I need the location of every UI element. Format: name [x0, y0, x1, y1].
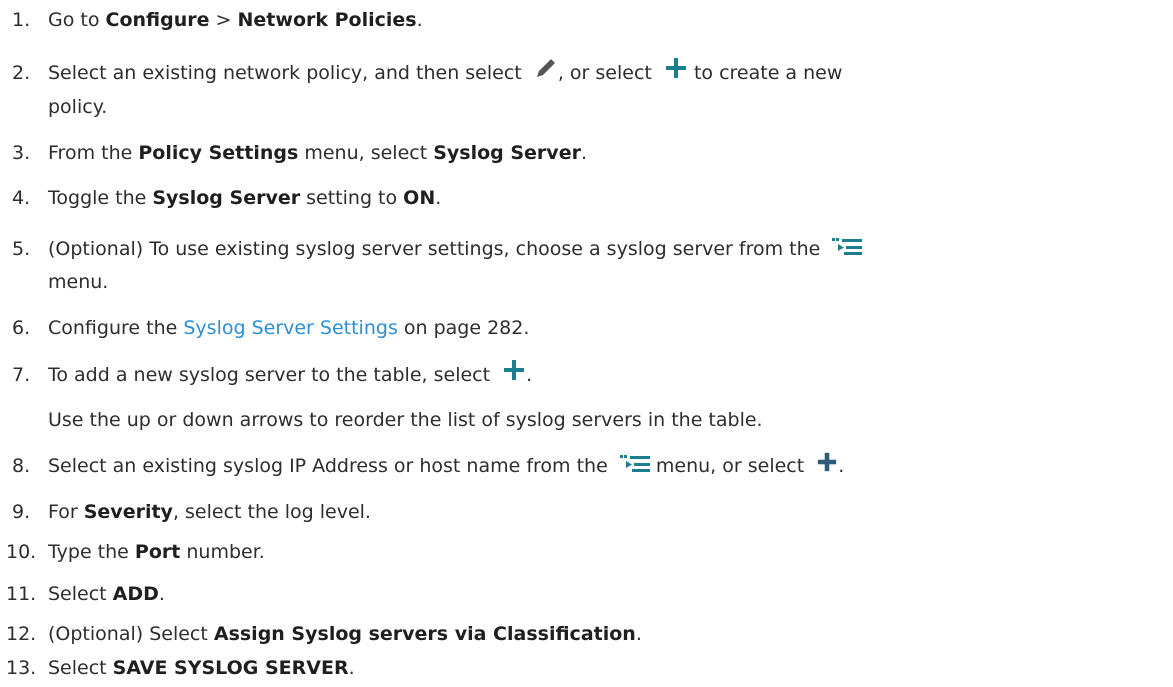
plus-icon [664, 56, 688, 91]
select-list-icon [832, 233, 863, 267]
select-list-icon [619, 450, 650, 484]
procedure-steps: 1. Go to Configure > Network Policies. 2… [0, 0, 1173, 687]
plus-icon [816, 450, 838, 484]
syslog-server-settings-link[interactable]: Syslog Server Settings [183, 317, 397, 339]
menu-network-policies: Network Policies [237, 9, 417, 31]
plus-icon [502, 358, 526, 393]
menu-configure: Configure [105, 9, 210, 31]
pencil-edit-icon [534, 56, 558, 91]
